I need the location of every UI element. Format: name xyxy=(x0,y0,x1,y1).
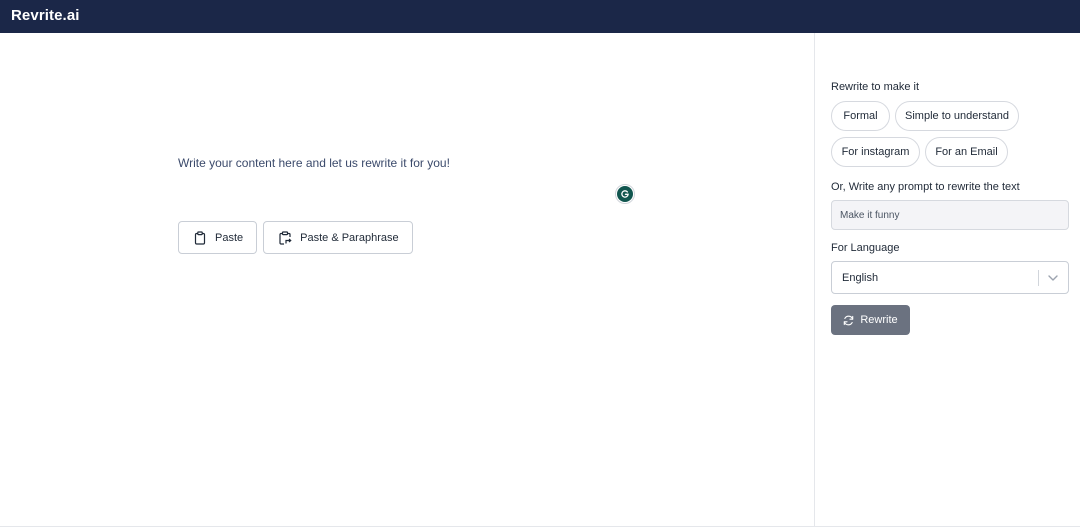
top-bar: Revrite.ai xyxy=(0,0,1080,33)
editor-area[interactable]: Write your content here and let us rewri… xyxy=(0,33,814,527)
prompt-input[interactable] xyxy=(831,200,1069,230)
language-select[interactable]: English xyxy=(831,261,1069,294)
paste-actions: Paste Paste & Paraphrase xyxy=(178,221,413,254)
rewrite-heading: Rewrite to make it xyxy=(831,81,920,93)
editor-placeholder[interactable]: Write your content here and let us rewri… xyxy=(178,156,450,170)
rewrite-label: Rewrite xyxy=(860,314,898,326)
paste-paraphrase-button[interactable]: Paste & Paraphrase xyxy=(263,221,413,254)
chip-for-an-email[interactable]: For an Email xyxy=(925,137,1008,167)
bottom-border xyxy=(0,526,1080,527)
chip-formal[interactable]: Formal xyxy=(831,101,890,131)
language-heading: For Language xyxy=(831,242,900,254)
clipboard-arrow-icon xyxy=(279,230,292,245)
paste-label: Paste xyxy=(215,231,244,244)
paste-paraphrase-label: Paste & Paraphrase xyxy=(300,231,399,244)
chevron-down-icon xyxy=(1048,275,1058,281)
prompt-heading: Or, Write any prompt to rewrite the text xyxy=(831,181,1020,193)
language-value: English xyxy=(842,272,879,284)
grammarly-icon[interactable] xyxy=(615,184,635,204)
panel-divider xyxy=(814,33,815,527)
paste-button[interactable]: Paste xyxy=(178,221,258,254)
refresh-icon xyxy=(844,315,854,325)
clipboard-icon xyxy=(194,230,206,245)
grammarly-g-icon xyxy=(621,190,629,198)
brand-logo[interactable]: Revrite.ai xyxy=(11,7,80,24)
chip-simple-to-understand[interactable]: Simple to understand xyxy=(895,101,1019,131)
select-separator xyxy=(1038,270,1039,286)
rewrite-button[interactable]: Rewrite xyxy=(831,305,910,335)
chip-for-instagram[interactable]: For instagram xyxy=(831,137,920,167)
